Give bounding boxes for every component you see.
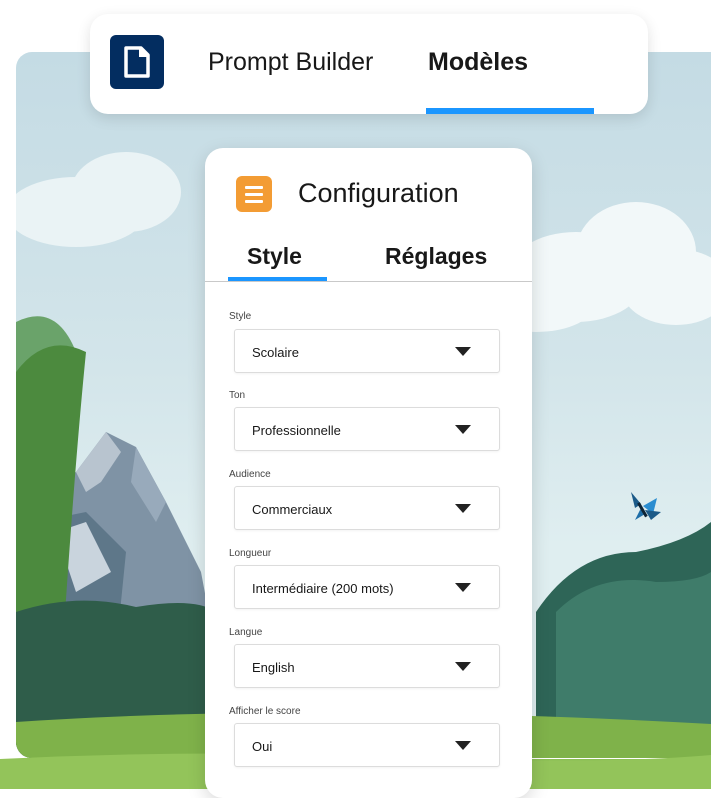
tab-reglages[interactable]: Réglages <box>385 243 487 270</box>
app-header: Prompt Builder Modèles <box>90 14 648 114</box>
field-label-longueur: Longueur <box>229 548 272 559</box>
style-select[interactable]: Scolaire <box>234 329 500 373</box>
field-label-afficher-score: Afficher le score <box>229 706 301 717</box>
afficher-score-select[interactable]: Oui <box>234 723 500 767</box>
langue-select[interactable]: English <box>234 644 500 688</box>
caret-down-icon <box>455 741 471 750</box>
audience-select[interactable]: Commerciaux <box>234 486 500 530</box>
document-icon <box>110 35 164 89</box>
ton-select[interactable]: Professionnelle <box>234 407 500 451</box>
tab-divider <box>205 281 532 282</box>
select-value: Commerciaux <box>252 502 333 517</box>
field-label-style: Style <box>229 311 252 322</box>
select-value: Intermédiaire (200 mots) <box>252 581 394 596</box>
caret-down-icon <box>455 347 471 356</box>
caret-down-icon <box>455 662 471 671</box>
longueur-select[interactable]: Intermédiaire (200 mots) <box>234 565 500 609</box>
configuration-panel: Configuration Style Réglages Style Scola… <box>205 148 532 798</box>
select-value: Oui <box>252 739 273 754</box>
butterfly-icon <box>631 492 661 520</box>
select-value: English <box>252 660 295 675</box>
caret-down-icon <box>455 504 471 513</box>
caret-down-icon <box>455 425 471 434</box>
tab-prompt-builder[interactable]: Prompt Builder <box>208 48 373 77</box>
tab-style[interactable]: Style <box>247 243 302 270</box>
tab-modeles[interactable]: Modèles <box>428 48 528 77</box>
active-tab-indicator <box>426 108 594 114</box>
select-value: Scolaire <box>252 345 299 360</box>
list-icon <box>236 176 272 212</box>
cloud-left <box>16 152 181 247</box>
field-label-audience: Audience <box>229 469 271 480</box>
panel-title: Configuration <box>298 178 459 208</box>
caret-down-icon <box>455 583 471 592</box>
field-label-langue: Langue <box>229 627 263 638</box>
field-label-ton: Ton <box>229 390 246 401</box>
select-value: Professionnelle <box>252 423 341 438</box>
